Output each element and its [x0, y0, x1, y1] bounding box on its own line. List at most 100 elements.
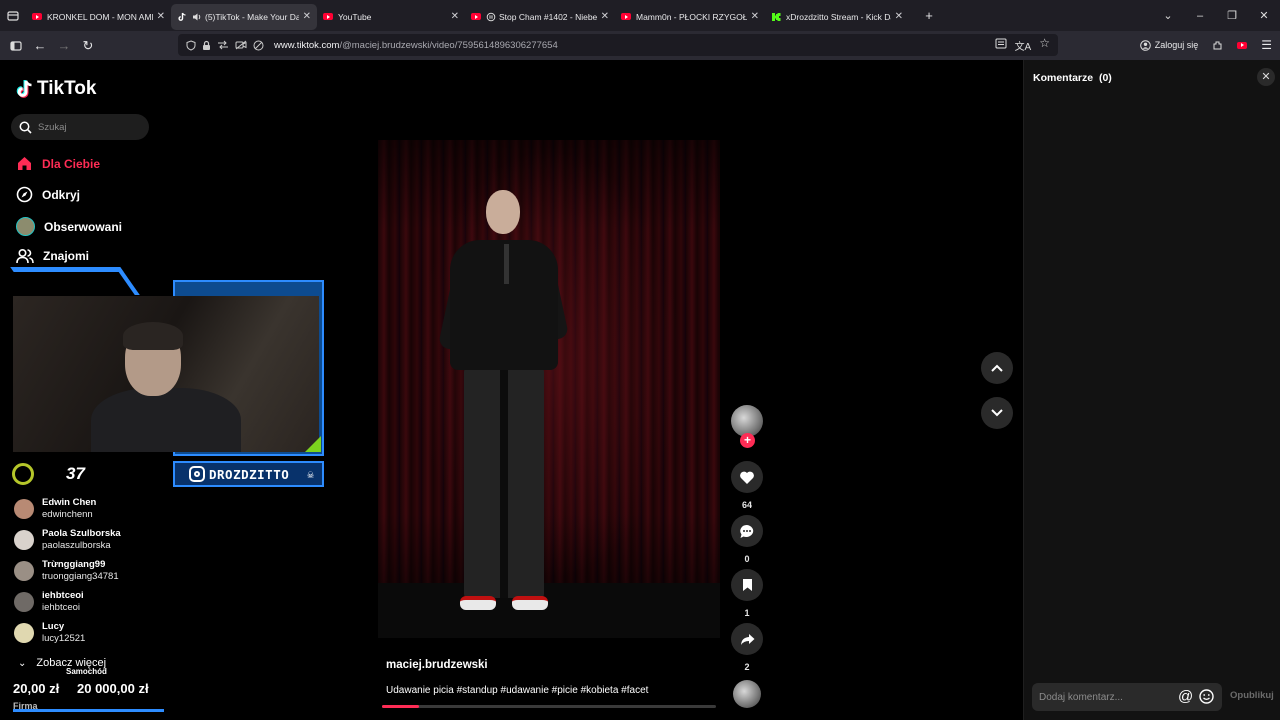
browser-tab[interactable]: Mamm0n - PŁOCKI RZYGOŁAJ | ✕	[615, 4, 765, 30]
back-icon[interactable]: ←	[28, 34, 52, 58]
tab-title: Mamm0n - PŁOCKI RZYGOŁAJ |	[636, 11, 747, 22]
share-icon	[740, 633, 754, 645]
instagram-handle: DROZDZITTO	[209, 466, 290, 482]
following-account[interactable]: Paola Szulborska paolaszulborska	[14, 528, 121, 552]
goal-counter: 37	[12, 463, 85, 485]
close-tab-icon[interactable]: ✕	[601, 11, 609, 22]
close-window-icon[interactable]: ✕	[1248, 9, 1280, 22]
browser-tab[interactable]: xDrozdzitto Stream - Kick Dashb ✕	[765, 4, 909, 30]
login-button[interactable]: Zaloguj się	[1139, 39, 1198, 51]
youtube-icon	[621, 12, 631, 22]
publish-button[interactable]: Opublikuj	[1230, 690, 1274, 701]
goal-target: 20 000,00 zł	[77, 681, 149, 696]
nav-label: Obserwowani	[44, 219, 123, 234]
browser-tab[interactable]: Stop Cham #1402 - Niebez ✕	[465, 4, 615, 30]
youtube-icon	[32, 12, 42, 22]
webcam-video	[13, 296, 319, 452]
chevron-up-icon	[991, 364, 1003, 372]
tab-list-icon	[7, 10, 19, 21]
close-tab-icon[interactable]: ✕	[451, 11, 459, 22]
url-domain: www.tiktok.com	[274, 39, 340, 51]
close-comments-button[interactable]: ✕	[1257, 68, 1275, 86]
share-button[interactable]: 2	[731, 623, 763, 672]
minimize-icon[interactable]: –	[1184, 10, 1216, 22]
video-progress-fill	[382, 705, 419, 708]
comment-button[interactable]: 0	[731, 515, 763, 564]
camera-blocked-icon[interactable]	[235, 40, 247, 50]
permissions-icon[interactable]	[217, 40, 229, 50]
video-player[interactable]	[378, 140, 720, 638]
video-description: Udawanie picia #standup #udawanie #picie…	[386, 685, 649, 696]
follow-plus-icon[interactable]: +	[740, 433, 755, 448]
list-all-tabs-icon[interactable]: ⌄	[1152, 9, 1184, 22]
menu-icon[interactable]: ☰	[1261, 38, 1272, 52]
restore-icon[interactable]: ❐	[1216, 9, 1248, 22]
avatar	[14, 592, 34, 612]
autoplay-blocked-icon[interactable]	[253, 40, 264, 51]
save-button[interactable]: 1	[731, 569, 763, 618]
youtube-extension-icon[interactable]	[1237, 41, 1248, 49]
reload-icon[interactable]: ↻	[76, 34, 100, 58]
search-input[interactable]: Szukaj	[11, 114, 149, 140]
close-tab-icon[interactable]: ✕	[303, 11, 311, 22]
account-icon	[1139, 39, 1151, 51]
kick-icon	[771, 12, 781, 22]
tab-list-button[interactable]	[0, 0, 26, 31]
bookmark-star-icon[interactable]: ☆	[1039, 37, 1050, 53]
shield-icon[interactable]	[186, 39, 196, 51]
nav-friends[interactable]: Znajomi	[16, 248, 89, 264]
browser-tab-bar: KRONKEL DOM - MON AMI - Y ✕ (5)TikTok - …	[0, 0, 1280, 31]
nav-explore[interactable]: Odkryj	[16, 186, 80, 203]
like-button[interactable]: 64	[731, 461, 763, 510]
following-account[interactable]: Lucy lucy12521	[14, 621, 85, 645]
account-username: paolaszulborska	[42, 540, 111, 551]
url-path: /@maciej.brudzewski/video/75956148963062…	[339, 39, 558, 51]
browser-tab[interactable]: YouTube ✕	[317, 4, 465, 30]
following-account[interactable]: iehbtceoi iehbtceoi	[14, 590, 84, 614]
tab-title: KRONKEL DOM - MON AMI - Y	[47, 11, 153, 22]
extensions-icon[interactable]	[1212, 40, 1223, 51]
instagram-badge: DROZDZITTO ☠	[173, 461, 324, 487]
comments-title-label: Komentarze	[1033, 72, 1094, 84]
reader-view-icon[interactable]	[995, 38, 1007, 53]
lock-icon[interactable]	[202, 40, 211, 51]
speaker-icon[interactable]	[192, 12, 202, 22]
close-tab-icon[interactable]: ✕	[751, 11, 759, 22]
close-tab-icon[interactable]: ✕	[157, 11, 165, 22]
new-tab-button[interactable]: +	[917, 4, 941, 28]
browser-tab-active[interactable]: (5)TikTok - Make Your Day ✕	[171, 3, 317, 30]
speaker-icon[interactable]	[486, 12, 496, 22]
video-progress-bar[interactable]	[382, 705, 716, 708]
sidebar-toggle-icon[interactable]	[4, 34, 28, 58]
close-tab-icon[interactable]: ✕	[895, 11, 903, 22]
browser-tab[interactable]: KRONKEL DOM - MON AMI - Y ✕	[26, 4, 171, 30]
video-author[interactable]: maciej.brudzewski	[386, 659, 488, 671]
nav-following[interactable]: Obserwowani	[16, 217, 122, 236]
avatar	[14, 623, 34, 643]
previous-video-button[interactable]	[981, 352, 1013, 384]
following-avatar-icon	[16, 217, 35, 236]
comments-title: Komentarze (0)	[1033, 72, 1112, 84]
tiktok-logo[interactable]: TikTok	[16, 78, 96, 100]
mention-icon[interactable]: @	[1178, 689, 1193, 704]
chevron-down-icon: ⌄	[18, 657, 27, 669]
next-video-button[interactable]	[981, 397, 1013, 429]
friends-icon	[16, 248, 34, 264]
translate-icon[interactable]: 文A	[1015, 38, 1032, 53]
forward-icon[interactable]: →	[52, 34, 76, 58]
comment-placeholder: Dodaj komentarz...	[1039, 691, 1123, 703]
following-account[interactable]: Trừnggiang99 truonggiang34781	[14, 559, 119, 583]
search-icon	[19, 121, 32, 134]
following-account[interactable]: Edwin Chen edwinchenn	[14, 497, 96, 521]
youtube-icon	[323, 12, 333, 22]
next-video-author-avatar[interactable]	[733, 680, 761, 708]
save-count: 1	[744, 608, 750, 618]
nav-for-you[interactable]: Dla Ciebie	[16, 155, 100, 172]
account-username: lucy12521	[42, 633, 86, 644]
browser-nav-bar: ← → ↻ www.tiktok.com/@maciej.brudzewski/…	[0, 31, 1280, 60]
logo-text: TikTok	[37, 78, 97, 99]
comment-icon	[740, 524, 754, 538]
account-name: Lucy	[42, 621, 65, 632]
url-bar[interactable]: www.tiktok.com/@maciej.brudzewski/video/…	[178, 34, 1058, 56]
emoji-icon[interactable]	[1199, 689, 1214, 704]
